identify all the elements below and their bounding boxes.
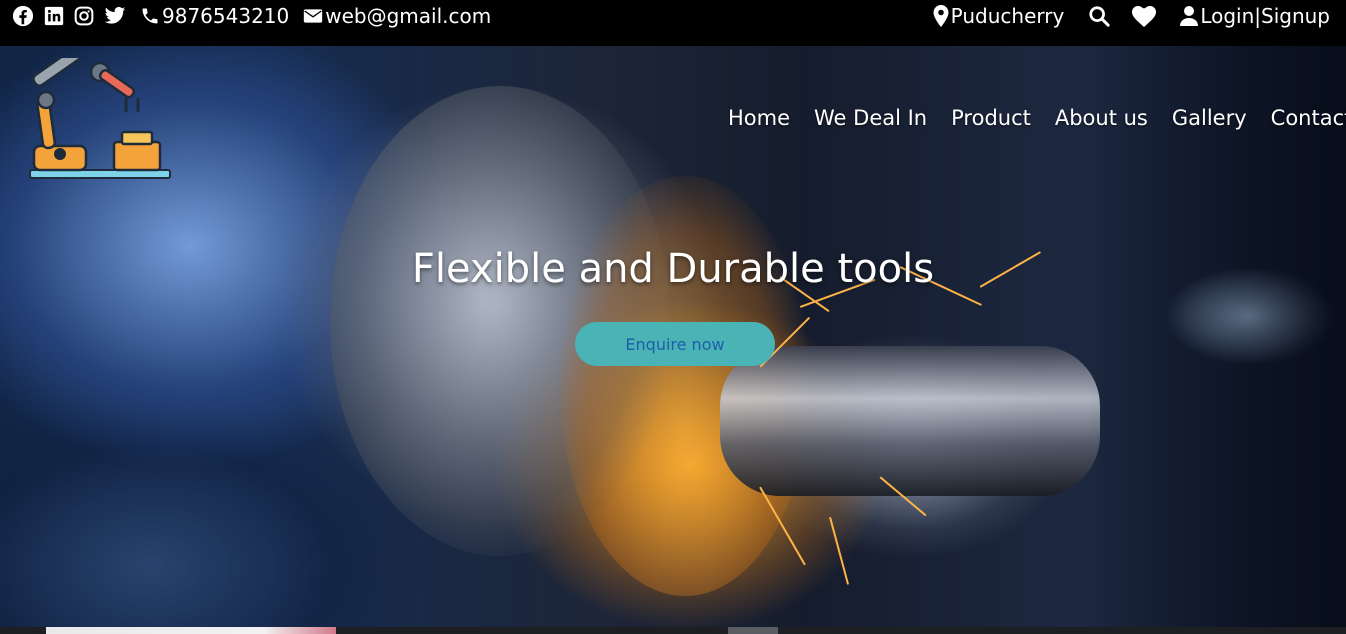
nav-item-about-us[interactable]: About us — [1055, 106, 1148, 130]
linkedin-icon[interactable] — [44, 6, 64, 26]
envelope-icon — [303, 8, 323, 24]
twitter-icon[interactable] — [104, 6, 126, 26]
top-bar-right: Puducherry Login|Signup — [933, 0, 1330, 32]
user-icon — [1180, 6, 1199, 26]
robot-arm-icon — [29, 46, 171, 179]
nav-item-product[interactable]: Product — [951, 106, 1031, 130]
phone-contact[interactable]: 9876543210 — [140, 4, 289, 28]
facebook-icon[interactable] — [12, 5, 34, 27]
login-signup-label: Login|Signup — [1200, 4, 1330, 28]
robot-arm-logo[interactable] — [28, 46, 172, 182]
location-link[interactable]: Puducherry — [933, 4, 1065, 28]
phone-icon — [140, 6, 160, 26]
enquire-now-button[interactable]: Enquire now — [575, 322, 775, 366]
phone-number: 9876543210 — [162, 4, 290, 28]
shade-decoration — [1086, 46, 1346, 628]
main-nav: Home We Deal In Product About us Gallery… — [728, 106, 1346, 130]
top-bar-left: 9876543210 web@gmail.com — [12, 0, 491, 32]
nav-item-gallery[interactable]: Gallery — [1172, 106, 1247, 130]
machine-shaft-decoration — [720, 346, 1100, 496]
hero-headline: Flexible and Durable tools — [411, 246, 935, 292]
top-bar: 9876543210 web@gmail.com Puducherry Logi… — [0, 0, 1346, 46]
nav-item-home[interactable]: Home — [728, 106, 790, 130]
nav-item-we-deal-in[interactable]: We Deal In — [814, 106, 927, 130]
email-address: web@gmail.com — [325, 4, 492, 28]
next-section-edge — [0, 627, 1346, 634]
map-pin-icon — [933, 5, 949, 27]
next-section-card — [46, 627, 336, 634]
spark-decoration — [829, 516, 850, 585]
login-signup-link[interactable]: Login|Signup — [1180, 4, 1330, 28]
location-label: Puducherry — [950, 4, 1065, 28]
email-contact[interactable]: web@gmail.com — [303, 4, 491, 28]
instagram-icon[interactable] — [74, 6, 94, 26]
search-icon[interactable] — [1088, 5, 1110, 27]
heart-icon[interactable] — [1132, 5, 1157, 27]
next-section-element — [728, 627, 778, 634]
nav-item-contact-us[interactable]: Contact us — [1271, 106, 1346, 130]
